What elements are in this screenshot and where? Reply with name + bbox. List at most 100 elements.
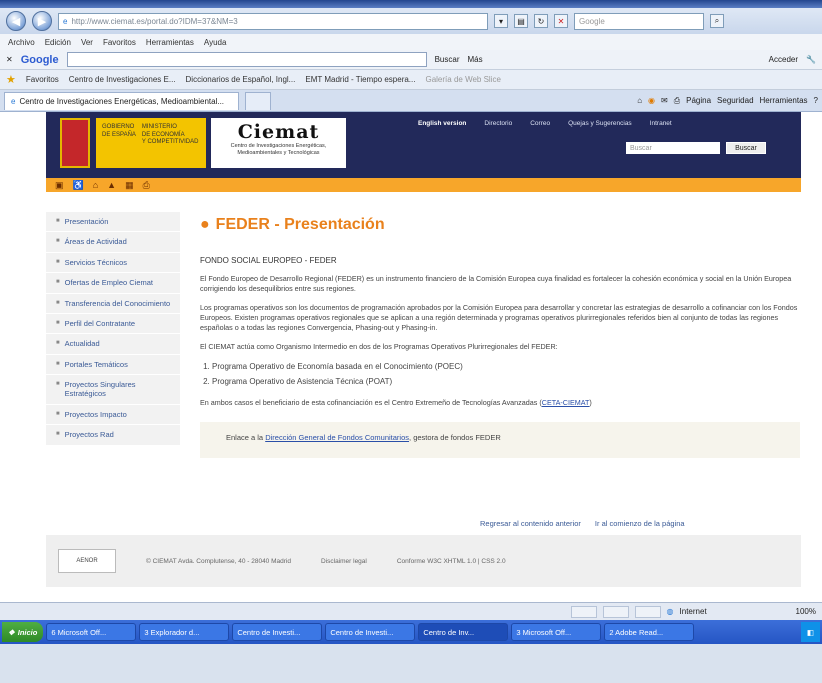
- ciemat-logo[interactable]: Ciemat Centro de Investigaciones Energét…: [211, 118, 346, 168]
- top-nav: English version Directorio Correo Quejas…: [418, 120, 672, 127]
- sitemap-icon[interactable]: ▣: [55, 180, 64, 191]
- stop-icon[interactable]: ✕: [554, 14, 568, 28]
- p4-prefix: En ambos casos el beneficiario de esta c…: [200, 398, 542, 408]
- taskbar-item[interactable]: 3 Microsoft Off...: [511, 623, 602, 641]
- favorites-star-icon[interactable]: ★: [6, 73, 16, 86]
- top-link[interactable]: Ir al comienzo de la página: [595, 519, 685, 528]
- refresh-icon[interactable]: ↻: [534, 14, 548, 28]
- section-heading: FONDO SOCIAL EUROPEO - FEDER: [200, 256, 337, 265]
- home-icon[interactable]: ⌂: [637, 96, 642, 105]
- footer-legal-link[interactable]: Disclaimer legal: [321, 558, 367, 565]
- menu-help[interactable]: Ayuda: [204, 38, 227, 47]
- menu-tools[interactable]: Herramientas: [146, 38, 194, 47]
- ceta-link[interactable]: CETA-CIEMAT: [542, 398, 590, 407]
- google-more-button[interactable]: Más: [468, 55, 483, 64]
- nav-english[interactable]: English version: [418, 120, 466, 127]
- taskbar-item[interactable]: 2 Adobe Read...: [604, 623, 695, 641]
- start-button[interactable]: ❖ Inicio: [2, 622, 44, 642]
- tab-title: Centro de Investigaciones Energéticas, M…: [19, 96, 225, 106]
- gov-line-1: GOBIERNO: [102, 124, 135, 130]
- menu-edit[interactable]: Edición: [45, 38, 71, 47]
- favorite-link-4[interactable]: Galería de Web Slice: [425, 75, 500, 84]
- sidebar-item-presentacion[interactable]: ■ Presentación: [46, 212, 180, 233]
- sidebar-item-label: Proyectos Rad: [64, 430, 114, 440]
- google-search-button[interactable]: Buscar: [435, 55, 460, 64]
- bullet-icon: ■: [56, 238, 60, 245]
- taskbar-item[interactable]: Centro de Investi...: [325, 623, 416, 641]
- sidebar-item-singulares[interactable]: ■ Proyectos Singulares Estratégicos: [46, 375, 180, 405]
- print-icon[interactable]: ⎙: [674, 96, 680, 106]
- sidebar-item-contratante[interactable]: ■ Perfil del Contratante: [46, 314, 180, 335]
- p4-suffix: ): [589, 398, 592, 408]
- page-icon: e: [63, 16, 68, 26]
- forward-button[interactable]: ▶: [32, 11, 52, 31]
- mail-icon[interactable]: ✉: [661, 96, 668, 105]
- sidebar-item-empleo[interactable]: ■ Ofertas de Empleo Ciemat: [46, 273, 180, 294]
- google-search-input[interactable]: [66, 52, 427, 67]
- status-cell: [634, 605, 661, 618]
- sidebar-item-impacto[interactable]: ■ Proyectos Impacto: [46, 405, 180, 426]
- ministry-logo: GOBIERNO DE ESPAÑA MINISTERIO DE ECONOMÍ…: [96, 118, 206, 168]
- menu-file[interactable]: Archivo: [8, 38, 35, 47]
- home-site-icon[interactable]: ⌂: [93, 180, 98, 190]
- sidebar-item-label: Proyectos Singulares Estratégicos: [64, 380, 136, 399]
- nav-directory[interactable]: Directorio: [484, 120, 512, 127]
- feeds-icon[interactable]: ◉: [648, 96, 655, 105]
- command-tools[interactable]: Herramientas: [760, 96, 808, 105]
- aenor-badge: AENOR: [58, 549, 116, 573]
- address-toolbar: ◀ ▶ e http://www.ciemat.es/portal.do?IDM…: [0, 8, 822, 34]
- sidebar-item-servicios[interactable]: ■ Servicios Técnicos: [46, 253, 180, 274]
- sidebar-item-label: Presentación: [64, 217, 109, 226]
- help-icon[interactable]: ?: [814, 96, 818, 105]
- favorites-button[interactable]: Favoritos: [26, 75, 59, 84]
- back-link[interactable]: Regresar al contenido anterior: [480, 519, 581, 528]
- sidebar-item-rad[interactable]: ■ Proyectos Rad: [46, 425, 180, 446]
- site-footer: AENOR © CIEMAT Avda. Complutense, 40 - 2…: [46, 535, 801, 587]
- menu-favorites[interactable]: Favoritos: [103, 38, 136, 47]
- sidebar-item-portales[interactable]: ■ Portales Temáticos: [46, 355, 180, 375]
- compat-icon[interactable]: ▤: [514, 14, 528, 28]
- sidebar-item-areas[interactable]: ■ Áreas de Actividad: [46, 232, 180, 253]
- sidebar-item-transferencia[interactable]: ■ Transferencia del Conocimiento: [46, 294, 180, 314]
- up-icon[interactable]: ▲: [107, 180, 116, 190]
- taskbar-item[interactable]: 6 Microsoft Off...: [46, 623, 137, 641]
- browser-search-field[interactable]: Google: [574, 12, 704, 30]
- taskbar-item[interactable]: Centro de Investi...: [232, 623, 323, 641]
- sidebar-item-label: Proyectos Impacto: [64, 409, 127, 419]
- dgfc-link[interactable]: Dirección General de Fondos Comunitarios: [265, 433, 409, 442]
- menu-view[interactable]: Ver: [81, 38, 93, 47]
- dropdown-icon[interactable]: ▾: [494, 14, 508, 28]
- calendar-icon[interactable]: ▦: [125, 180, 134, 191]
- search-icon[interactable]: ⌕: [710, 14, 724, 28]
- site-search-input[interactable]: Buscar: [626, 142, 720, 154]
- taskbar-item-active[interactable]: Centro de Inv...: [418, 623, 509, 641]
- command-security[interactable]: Seguridad: [717, 96, 753, 105]
- wrench-icon[interactable]: 🔧: [806, 55, 816, 64]
- nav-complaints[interactable]: Quejas y Sugerencias: [568, 120, 632, 127]
- windows-taskbar: ❖ Inicio 6 Microsoft Off... 3 Explorador…: [0, 620, 822, 644]
- site-search-button[interactable]: Buscar: [726, 142, 766, 154]
- favorite-link-3[interactable]: EMT Madrid - Tiempo espera...: [305, 75, 415, 84]
- accessibility-icon[interactable]: ♿: [73, 180, 84, 191]
- close-toolbar-icon[interactable]: ✕: [6, 55, 13, 64]
- nav-mail[interactable]: Correo: [530, 120, 550, 127]
- favorite-link-1[interactable]: Centro de Investigaciones E...: [69, 75, 176, 84]
- bullet-icon: ■: [56, 360, 60, 367]
- print-page-icon[interactable]: ⎙: [143, 180, 150, 191]
- taskbar-item[interactable]: 3 Explorador d...: [139, 623, 230, 641]
- address-field[interactable]: e http://www.ciemat.es/portal.do?IDM=37&…: [58, 12, 488, 30]
- tray-icon[interactable]: ◧: [807, 628, 814, 637]
- sidebar-item-actualidad[interactable]: ■ Actualidad: [46, 334, 180, 355]
- zoom-level[interactable]: 100%: [796, 607, 816, 616]
- nav-intranet[interactable]: Intranet: [650, 120, 672, 127]
- web-page: GOBIERNO DE ESPAÑA MINISTERIO DE ECONOMÍ…: [0, 112, 822, 602]
- back-button[interactable]: ◀: [6, 11, 26, 31]
- tab-active[interactable]: e Centro de Investigaciones Energéticas,…: [4, 91, 239, 110]
- command-page[interactable]: Página: [686, 96, 711, 105]
- list-item: Programa Operativo de Economía basada en…: [212, 360, 800, 374]
- coat-of-arms-icon: [60, 118, 90, 168]
- new-tab-button[interactable]: [245, 91, 271, 110]
- sidebar-menu: ■ Presentación ■ Áreas de Actividad ■ Servi…: [46, 212, 180, 446]
- google-signin-button[interactable]: Acceder: [769, 55, 798, 64]
- favorite-link-2[interactable]: Diccionarios de Español, Ingl...: [186, 75, 296, 84]
